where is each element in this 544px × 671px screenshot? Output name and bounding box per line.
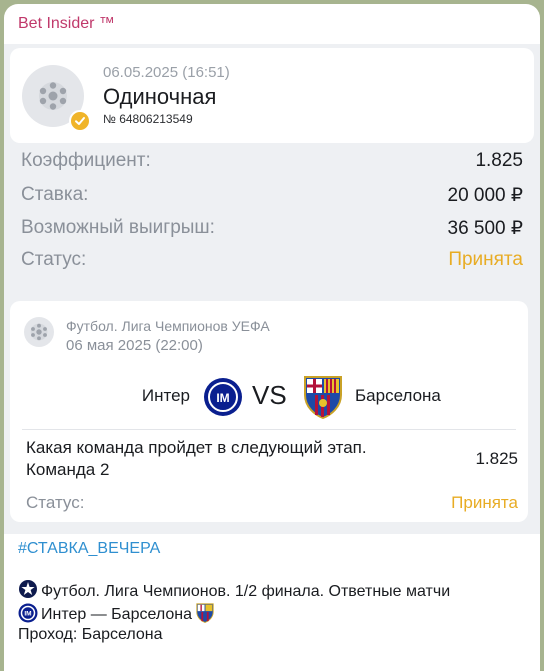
soccer-ball-icon <box>24 317 54 347</box>
bet-slip-image[interactable]: 06.05.2025 (16:51) Одиночная № 648062135… <box>4 44 540 534</box>
caption-line-league: Футбол. Лига Чемпионов. 1/2 финала. Отве… <box>18 579 450 604</box>
bet-type: Одиночная <box>103 84 217 109</box>
channel-name[interactable]: Bet Insider ™ <box>18 15 115 33</box>
champions-league-icon <box>18 579 38 604</box>
away-team: Барселона <box>355 386 441 405</box>
stake-label: Ставка: <box>21 184 89 205</box>
odds-label: Коэффициент: <box>21 150 151 171</box>
payout-row: Возможный выигрыш: 36 500 ₽ <box>21 217 523 247</box>
event-date: 06 мая 2025 (22:00) <box>66 337 203 354</box>
odds-value: 1.825 <box>475 150 523 171</box>
caption-line-pick: Проход: Барселона <box>18 626 163 644</box>
status-row: Статус: Принята <box>21 249 523 279</box>
bet-header-card: 06.05.2025 (16:51) Одиночная № 648062135… <box>10 48 534 143</box>
market-description: Какая команда пройдет в следующий этап. … <box>26 438 367 479</box>
versus-label: VS <box>252 380 287 410</box>
market-odds: 1.825 <box>475 449 518 468</box>
status-label: Статус: <box>21 249 87 270</box>
inter-crest-icon: IM <box>18 603 38 628</box>
stake-value: 20 000 ₽ <box>447 185 523 206</box>
inter-crest-icon: IM <box>203 377 243 422</box>
bet-number: № 64806213549 <box>103 112 193 126</box>
check-badge-icon <box>69 110 91 132</box>
event-status-value: Принята <box>451 493 518 512</box>
status-value: Принята <box>448 249 523 270</box>
odds-row: Коэффициент: 1.825 <box>21 150 523 180</box>
payout-value: 36 500 ₽ <box>447 218 523 239</box>
payout-label: Возможный выигрыш: <box>21 217 215 238</box>
hashtag-link[interactable]: #СТАВКА_ВЕЧЕРА <box>18 540 160 558</box>
caption-text: Футбол. Лига Чемпионов. 1/2 финала. Отве… <box>41 582 451 600</box>
event-card: Футбол. Лига Чемпионов УЕФА 06 мая 2025 … <box>10 301 528 522</box>
league-name: Футбол. Лига Чемпионов УЕФА <box>66 318 270 334</box>
bet-date: 06.05.2025 (16:51) <box>103 64 230 81</box>
svg-text:IM: IM <box>216 391 229 405</box>
message-bubble: Bet Insider ™ 06.05.2025 (16:51) Одиночн… <box>4 4 540 671</box>
caption-line-match: IM Интер — Барселона <box>18 602 215 628</box>
barcelona-crest-icon <box>301 373 345 424</box>
caption-text: Интер — Барселона <box>41 606 192 623</box>
caption-text: Проход: Барселона <box>18 626 163 643</box>
stake-row: Ставка: 20 000 ₽ <box>21 184 523 214</box>
svg-text:IM: IM <box>24 610 31 617</box>
barcelona-crest-icon <box>195 602 215 628</box>
event-status-label: Статус: <box>26 493 85 512</box>
home-team: Интер <box>141 386 190 405</box>
divider <box>22 429 516 430</box>
